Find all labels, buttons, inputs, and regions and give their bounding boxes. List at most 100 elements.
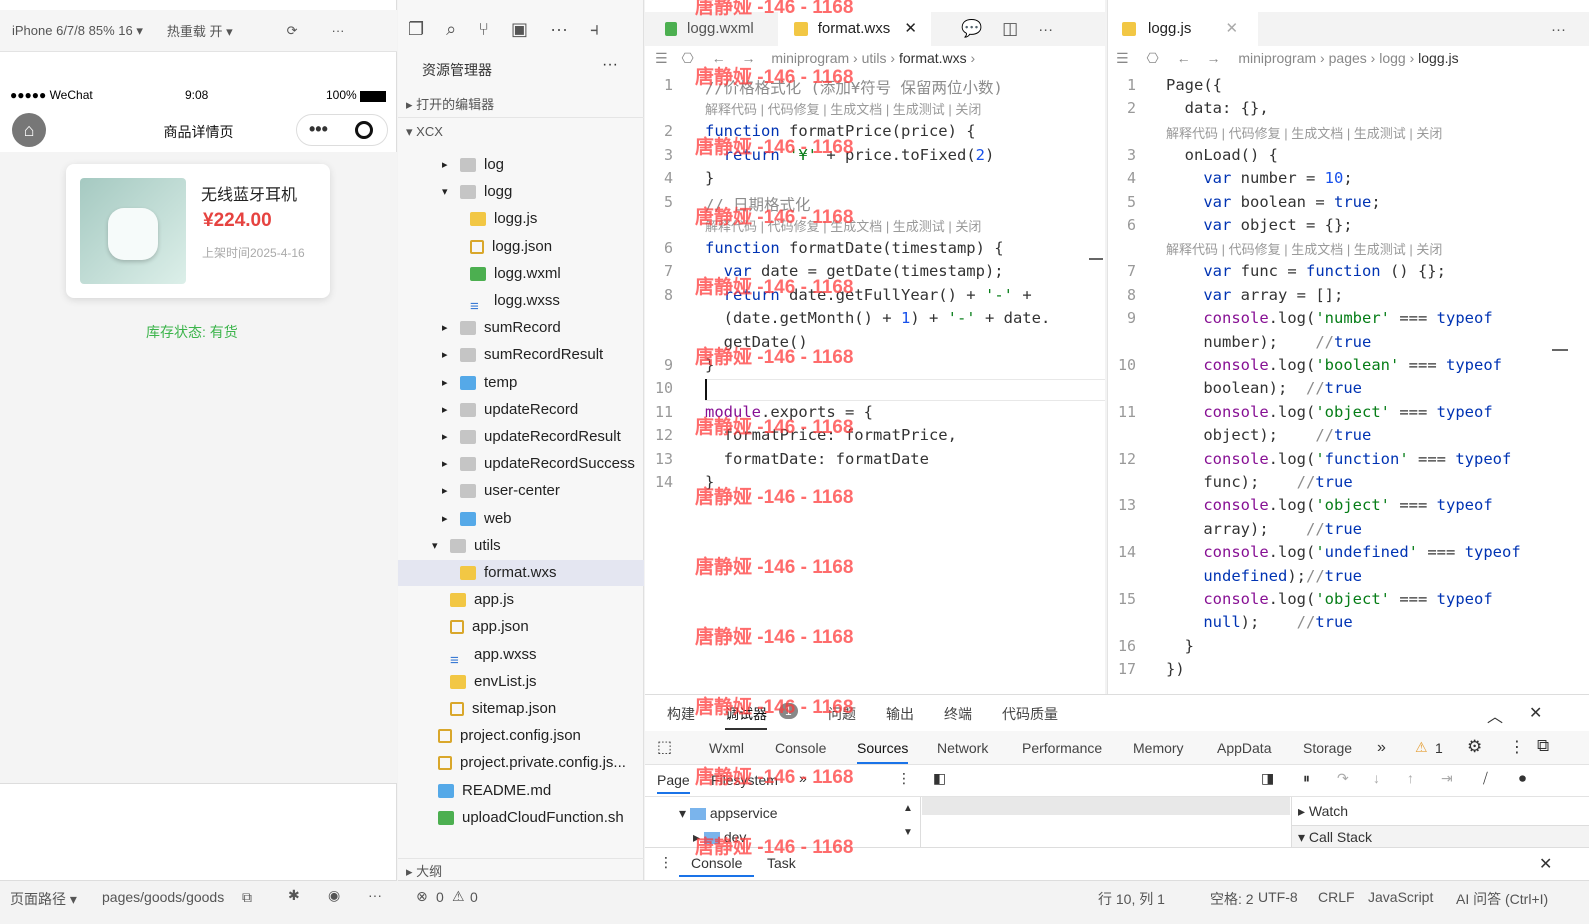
callstack-section[interactable]: ▾ Call Stack [1292,825,1589,847]
close-drawer-icon[interactable]: ✕ [1539,854,1552,874]
search-icon[interactable]: ⌕ [446,19,456,40]
kebab-icon[interactable]: ⋮ [1509,737,1525,757]
crumb-2[interactable]: pages [1329,50,1367,66]
code-lens[interactable]: 解释代码 | 代码修复 | 生成文档 | 生成测试 | 关闭 [1166,123,1442,142]
tree-item-app-json[interactable]: app.json [398,614,644,640]
code-line[interactable]: formatDate: formatDate [705,450,929,468]
devtools-tab-console[interactable]: Console [775,740,826,756]
more-icon[interactable]: ··· [550,19,568,40]
bookmark-icon[interactable]: ⎔ [681,50,693,66]
tree-item-app-wxss[interactable]: ≡ app.wxss [398,642,644,669]
code-line[interactable]: undefined);//true [1166,567,1362,585]
code-line[interactable]: number); //true [1166,333,1371,351]
devtools-tab-memory[interactable]: Memory [1133,740,1184,756]
tree-item-project-private-config-js-[interactable]: project.private.config.js... [398,750,644,776]
tree-item-updaterecordsuccess[interactable]: ▸ updateRecordSuccess [398,451,644,477]
settings-icon[interactable]: ⚙ [1467,737,1482,757]
tree-item-logg-wxml[interactable]: logg.wxml [398,261,644,287]
encoding[interactable]: UTF-8 [1258,889,1298,905]
tree-item-sumrecord[interactable]: ▸ sumRecord [398,315,644,341]
toggle-navigator-icon[interactable]: ◧ [933,770,946,787]
forward-icon[interactable]: → [741,50,755,66]
tab-logg-js[interactable]: logg.js ✕ [1108,12,1259,46]
code-line[interactable]: null); //true [1166,613,1352,631]
open-editors-header[interactable]: ▸ 打开的编辑器 [398,92,644,118]
deactivate-breakpoints-icon[interactable]: ⧸ [1483,770,1488,787]
panel-tab-1[interactable]: 调试器 [725,704,767,730]
bug-icon[interactable]: ✱ [288,887,300,904]
toggle-panel-icon[interactable]: ⫞ [590,19,599,40]
code-line[interactable]: var number = 10; [1166,169,1352,187]
files-icon[interactable]: ❐ [408,19,424,40]
tree-item-envlist-js[interactable]: envList.js [398,669,644,695]
product-card[interactable]: 无线蓝牙耳机 ¥224.00 上架时间2025-4-16 [66,164,330,298]
panel-tab-5[interactable]: 代码质量 [1002,704,1058,724]
code-line[interactable]: }) [1166,660,1185,678]
code-line[interactable]: function formatPrice(price) { [705,122,976,140]
code-lens[interactable]: 解释代码 | 代码修复 | 生成文档 | 生成测试 | 关闭 [1166,239,1442,258]
close-capsule-icon[interactable] [355,121,373,139]
device-selector[interactable]: iPhone 6/7/8 85% 16 ▾ [0,23,155,39]
code-line[interactable]: console.log('object' === typeof [1166,590,1492,608]
list-icon[interactable]: ☰ [1116,50,1129,66]
code-line[interactable]: console.log('function' === typeof [1166,450,1511,468]
pause-icon[interactable]: ⏸ [1303,770,1310,787]
code-line[interactable]: func); //true [1166,473,1352,491]
code-line[interactable]: } [705,169,714,187]
devtools-tab-performance[interactable]: Performance [1022,740,1102,756]
list-icon[interactable]: ☰ [655,50,668,66]
page-path-label[interactable]: 页面路径 ▾ [10,889,77,909]
tree-item-logg-wxss[interactable]: ≡ logg.wxss [398,288,644,315]
crumb-3[interactable]: format.wxs [899,50,967,66]
tree-item-app-js[interactable]: app.js [398,587,644,613]
refresh-icon[interactable]: ⟳ [275,23,310,39]
tree-item-user-center[interactable]: ▸ user-center [398,478,644,504]
panel-tab-0[interactable]: 构建 [667,704,695,724]
code-line[interactable]: boolean); //true [1166,379,1362,397]
more-icon[interactable]: ··· [368,887,382,903]
step-out-icon[interactable]: ↑ [1407,770,1414,786]
hot-reload-toggle[interactable]: 热重载 开 ▾ [155,21,245,40]
indent-setting[interactable]: 空格: 2 [1210,889,1254,909]
code-line[interactable]: console.log('number' === typeof [1166,309,1492,327]
code-line[interactable]: var func = function () {}; [1166,262,1446,280]
warning-icon[interactable]: ⚠ [452,888,465,905]
watch-section[interactable]: ▸ Watch [1298,803,1348,820]
drawer-kebab-icon[interactable]: ⋮ [659,854,673,871]
tree-item-sumrecordresult[interactable]: ▸ sumRecordResult [398,342,644,368]
code-line[interactable]: } [1166,637,1194,655]
code-line[interactable]: return '¥' + price.toFixed(2) [705,146,995,164]
more-icon[interactable]: ··· [1551,21,1566,38]
crumb-3[interactable]: logg [1379,50,1405,66]
tree-item-updaterecord[interactable]: ▸ updateRecord [398,397,644,423]
back-icon[interactable]: ← [712,50,726,66]
close-tab-icon[interactable]: ✕ [904,20,917,37]
devtools-tab-sources[interactable]: Sources [857,740,909,764]
step-into-icon[interactable]: ↓ [1373,770,1380,786]
tree-item-readme-md[interactable]: README.md [398,778,644,804]
error-icon[interactable]: ⊗ [416,888,428,905]
tree-item-utils[interactable]: ▾ utils [398,533,644,559]
code-line[interactable]: Page({ [1166,76,1222,94]
eye-icon[interactable]: ◉ [328,887,340,904]
tab-logg-wxml[interactable]: logg.wxml [645,12,768,46]
scroll-down-icon[interactable]: ▼ [903,827,913,838]
capsule-button[interactable]: ••• [296,114,388,146]
devtools-tab-wxml[interactable]: Wxml [709,740,744,756]
code-line[interactable]: array); //true [1166,520,1362,538]
close-icon[interactable]: ✕ [1529,703,1542,723]
code-line[interactable]: } [705,473,714,491]
code-line[interactable]: console.log('object' === typeof [1166,403,1492,421]
code-line[interactable]: data: {}, [1166,99,1269,117]
tree-item-web[interactable]: ▸ web [398,506,644,532]
ai-assistant[interactable]: AI 问答 (Ctrl+I) [1456,889,1548,909]
more-icon[interactable]: ··· [1038,21,1053,38]
more-tabs-icon[interactable]: » [1377,739,1386,757]
forward-icon[interactable]: → [1206,50,1220,66]
tree-item-logg-json[interactable]: logg.json [398,234,644,260]
code-line[interactable]: return date.getFullYear() + '-' + [705,286,1032,304]
tree-item-format-wxs[interactable]: format.wxs [398,560,644,586]
tree-item-log[interactable]: ▸ log [398,152,644,178]
crumb-1[interactable]: miniprogram [771,50,849,66]
tab-page[interactable]: Page [657,772,690,794]
